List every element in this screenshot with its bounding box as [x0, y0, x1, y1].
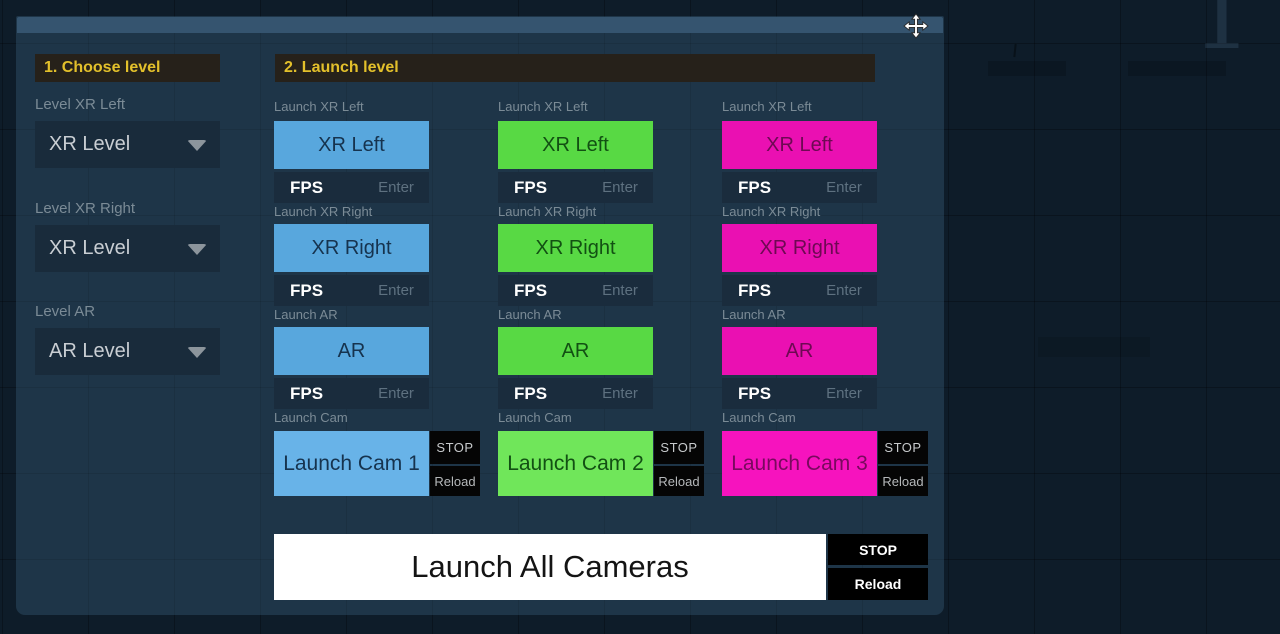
fps-input-ar-blue[interactable]	[366, 380, 426, 407]
xr-right-button-blue[interactable]: XR Right	[274, 224, 429, 272]
xr-left-button-magenta[interactable]: XR Left	[722, 121, 877, 169]
launch-xr-left-label: Launch XR Left	[498, 99, 588, 114]
chevron-down-icon	[187, 140, 207, 151]
background-artifact-band	[988, 61, 1066, 76]
xr-right-button-green[interactable]: XR Right	[498, 224, 653, 272]
level-xr-left-value: XR Level	[49, 133, 130, 156]
level-ar-value: AR Level	[49, 340, 130, 363]
fps-row: FPS	[274, 172, 429, 203]
fps-row: FPS	[274, 378, 429, 409]
fps-row: FPS	[722, 378, 877, 409]
text-cursor-artifact	[1013, 44, 1016, 57]
xr-left-button-green[interactable]: XR Left	[498, 121, 653, 169]
launch-xr-left-label: Launch XR Left	[722, 99, 812, 114]
launcher-panel: 1. Choose level Level XR Left XR Level L…	[16, 16, 944, 615]
level-xr-right-dropdown[interactable]: XR Level	[35, 225, 220, 272]
launch-cam-label: Launch Cam	[498, 410, 572, 425]
fps-input-xr-right-green[interactable]	[590, 277, 650, 304]
launch-all-cameras-button[interactable]: Launch All Cameras	[274, 534, 826, 600]
fps-label: FPS	[738, 281, 771, 301]
launch-ar-label: Launch AR	[498, 307, 562, 322]
reload-cam-1-button[interactable]: Reload	[430, 466, 480, 496]
fps-input-xr-left-green[interactable]	[590, 174, 650, 201]
fps-input-xr-right-magenta[interactable]	[814, 277, 874, 304]
level-xr-left-dropdown[interactable]: XR Level	[35, 121, 220, 168]
fps-row: FPS	[498, 172, 653, 203]
launch-cam-3-button[interactable]: Launch Cam 3	[722, 431, 877, 496]
reload-cam-3-button[interactable]: Reload	[878, 466, 928, 496]
level-xr-right-label: Level XR Right	[35, 200, 135, 217]
xr-right-button-magenta[interactable]: XR Right	[722, 224, 877, 272]
fps-row: FPS	[498, 275, 653, 306]
fps-input-ar-green[interactable]	[590, 380, 650, 407]
stop-all-cameras-button[interactable]: STOP	[828, 534, 928, 565]
launch-ar-label: Launch AR	[274, 307, 338, 322]
fps-input-xr-left-magenta[interactable]	[814, 174, 874, 201]
window-drag-bar[interactable]	[17, 17, 943, 33]
reload-cam-2-button[interactable]: Reload	[654, 466, 704, 496]
ar-button-blue[interactable]: AR	[274, 327, 429, 375]
background-artifact-band	[1038, 337, 1150, 357]
ar-button-magenta[interactable]: AR	[722, 327, 877, 375]
background-watermark-1: 1	[1192, 0, 1252, 64]
launch-level-header: 2. Launch level	[275, 54, 875, 82]
stop-cam-2-button[interactable]: STOP	[654, 431, 704, 464]
fps-label: FPS	[514, 178, 547, 198]
choose-level-header: 1. Choose level	[35, 54, 220, 82]
launch-xr-right-label: Launch XR Right	[498, 204, 596, 219]
launch-cam-2-button[interactable]: Launch Cam 2	[498, 431, 653, 496]
xr-left-button-blue[interactable]: XR Left	[274, 121, 429, 169]
ar-button-green[interactable]: AR	[498, 327, 653, 375]
stop-cam-3-button[interactable]: STOP	[878, 431, 928, 464]
chevron-down-icon	[187, 244, 207, 255]
fps-label: FPS	[738, 384, 771, 404]
level-ar-label: Level AR	[35, 303, 95, 320]
fps-input-ar-magenta[interactable]	[814, 380, 874, 407]
fps-input-xr-left-blue[interactable]	[366, 174, 426, 201]
launch-cam-label: Launch Cam	[274, 410, 348, 425]
background-artifact-band	[1128, 61, 1226, 76]
fps-label: FPS	[738, 178, 771, 198]
launch-xr-right-label: Launch XR Right	[722, 204, 820, 219]
fps-row: FPS	[498, 378, 653, 409]
fps-label: FPS	[290, 384, 323, 404]
move-cursor-icon	[903, 13, 929, 39]
reload-all-cameras-button[interactable]: Reload	[828, 568, 928, 600]
launch-cam-1-button[interactable]: Launch Cam 1	[274, 431, 429, 496]
fps-label: FPS	[514, 281, 547, 301]
fps-row: FPS	[274, 275, 429, 306]
fps-label: FPS	[514, 384, 547, 404]
fps-row: FPS	[722, 275, 877, 306]
stop-cam-1-button[interactable]: STOP	[430, 431, 480, 464]
level-ar-dropdown[interactable]: AR Level	[35, 328, 220, 375]
fps-row: FPS	[722, 172, 877, 203]
launch-xr-left-label: Launch XR Left	[274, 99, 364, 114]
chevron-down-icon	[187, 347, 207, 358]
launch-cam-label: Launch Cam	[722, 410, 796, 425]
launch-xr-right-label: Launch XR Right	[274, 204, 372, 219]
fps-input-xr-right-blue[interactable]	[366, 277, 426, 304]
fps-label: FPS	[290, 178, 323, 198]
fps-label: FPS	[290, 281, 323, 301]
level-xr-left-label: Level XR Left	[35, 96, 125, 113]
level-xr-right-value: XR Level	[49, 237, 130, 260]
launch-ar-label: Launch AR	[722, 307, 786, 322]
